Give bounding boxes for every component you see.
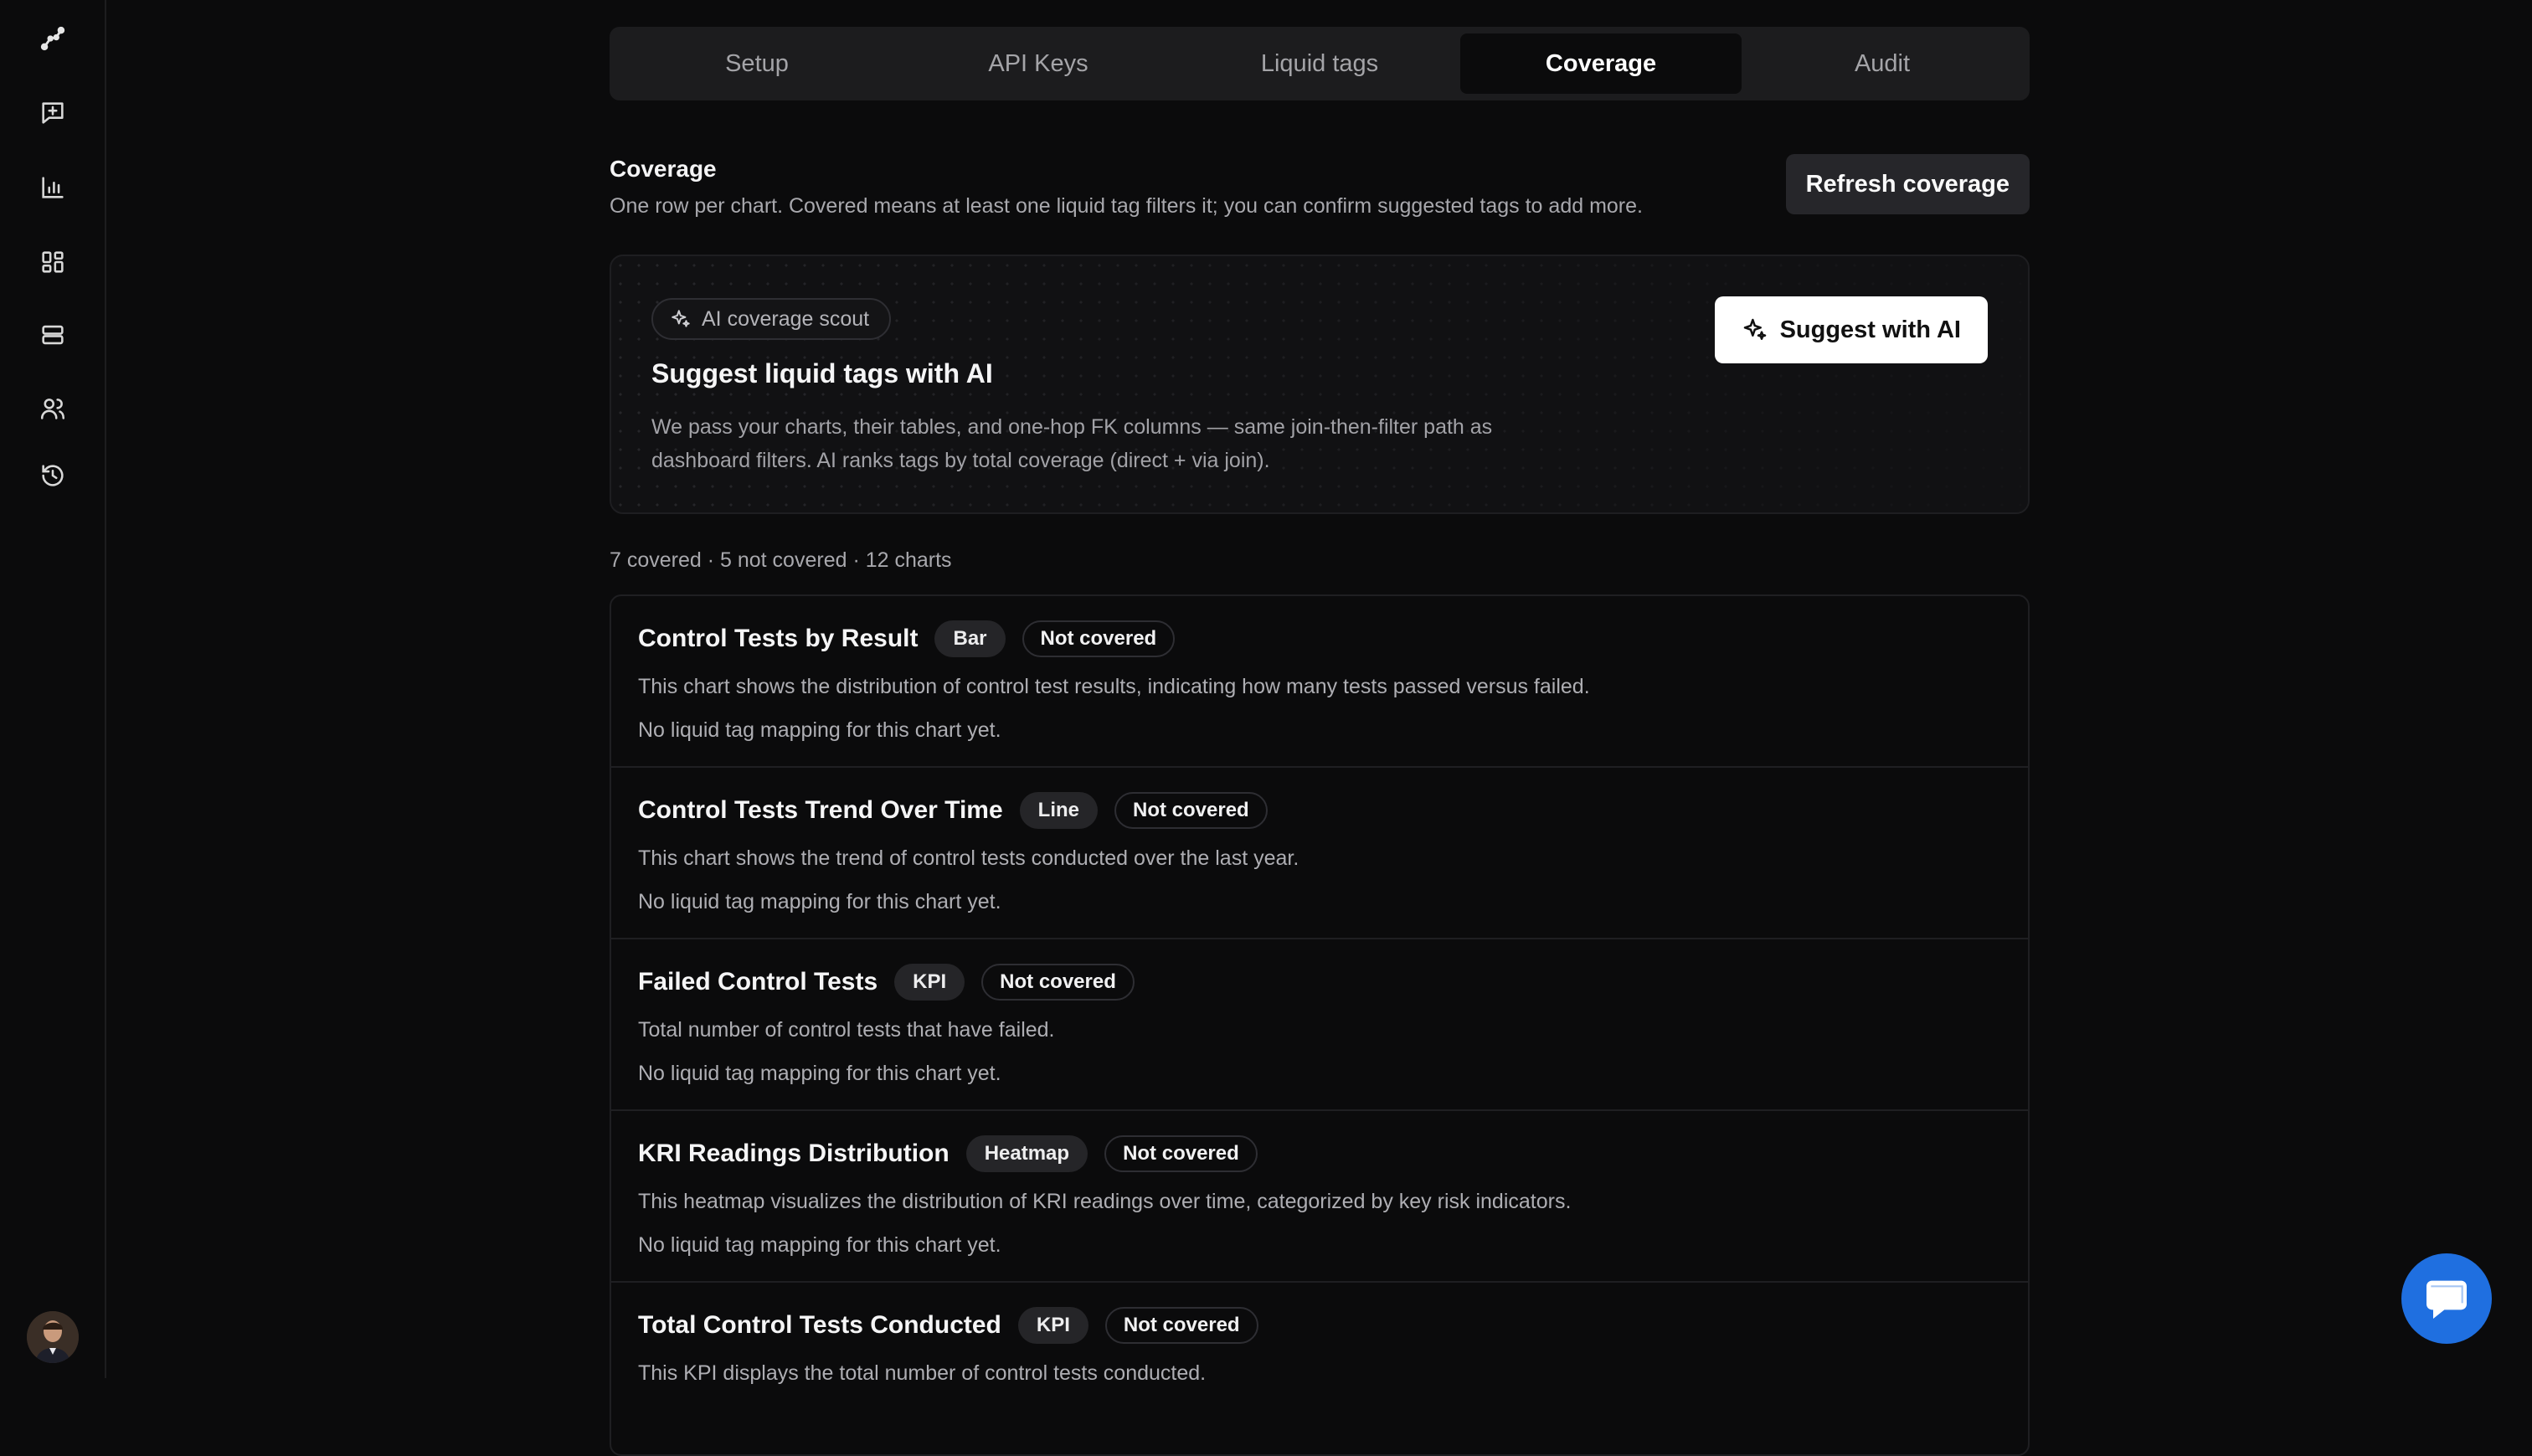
chart-type-badge: KPI [894,964,965,1001]
ai-card-description: We pass your charts, their tables, and o… [651,415,1493,472]
ai-pill-label: AI coverage scout [702,306,870,331]
chart-title: Failed Control Tests [638,968,878,996]
history-icon[interactable] [33,456,72,495]
dashboard-grid-icon[interactable] [33,243,72,281]
coverage-summary: 7 covered · 5 not covered · 12 charts [610,548,952,572]
logo-graph-icon[interactable] [33,19,72,58]
coverage-status-badge: Not covered [981,964,1135,1001]
tab-setup[interactable]: Setup [616,33,898,94]
ai-card-title: Suggest liquid tags with AI [651,358,993,388]
suggest-button-label: Suggest with AI [1779,316,1961,343]
sparkle-icon [672,310,690,327]
section-title: Coverage [610,156,717,182]
avatar[interactable] [27,1311,79,1363]
refresh-coverage-button[interactable]: Refresh coverage [1785,154,2030,214]
chart-type-badge: KPI [1017,1307,1088,1344]
tab-api-keys[interactable]: API Keys [898,33,1179,94]
section-description: One row per chart. Covered means at leas… [610,194,1643,218]
chart-description: Total number of control tests that have … [638,1018,1055,1042]
tab-coverage[interactable]: Coverage [1460,33,1742,94]
chart-row[interactable]: Control Tests by Result Bar Not covered … [611,596,2028,768]
tab-bar: Setup API Keys Liquid tags Coverage Audi… [610,27,2030,100]
sidebar [0,0,106,1378]
chart-coverage-list: Control Tests by Result Bar Not covered … [610,594,2030,1456]
users-icon[interactable] [33,389,72,428]
chart-row[interactable]: KRI Readings Distribution Heatmap Not co… [611,1111,2028,1283]
chart-description: This heatmap visualizes the distribution… [638,1190,1572,1213]
chart-description: This chart shows the trend of control te… [638,846,1299,870]
chart-row[interactable]: Total Control Tests Conducted KPI Not co… [611,1283,2028,1454]
chat-bubble-icon [2426,1280,2467,1319]
chat-launcher-button[interactable] [2401,1253,2492,1344]
chart-mapping-note: No liquid tag mapping for this chart yet… [638,1233,1001,1257]
chat-plus-icon[interactable] [33,94,72,132]
sparkle-icon [1743,318,1766,340]
chart-title: Control Tests by Result [638,625,919,652]
chart-mapping-note: No liquid tag mapping for this chart yet… [638,718,1001,742]
chart-type-badge: Bar [934,620,1006,657]
ai-suggest-card: AI coverage scout Suggest liquid tags wi… [610,255,2030,514]
chart-description: This KPI displays the total number of co… [638,1361,1207,1385]
coverage-status-badge: Not covered [1104,1135,1258,1172]
chart-title: Total Control Tests Conducted [638,1311,1001,1339]
chart-type-badge: Line [1019,792,1099,829]
chart-mapping-note: No liquid tag mapping for this chart yet… [638,1062,1001,1085]
coverage-status-badge: Not covered [1104,1307,1258,1344]
tab-audit[interactable]: Audit [1742,33,2023,94]
chart-title: KRI Readings Distribution [638,1140,950,1167]
tab-liquid-tags[interactable]: Liquid tags [1179,33,1460,94]
database-icon[interactable] [33,316,72,354]
bar-chart-icon[interactable] [33,168,72,207]
coverage-status-badge: Not covered [1022,620,1176,657]
ai-coverage-scout-pill: AI coverage scout [651,298,892,340]
chart-row[interactable]: Failed Control Tests KPI Not covered Tot… [611,939,2028,1111]
chart-row[interactable]: Control Tests Trend Over Time Line Not c… [611,768,2028,939]
chart-mapping-note: No liquid tag mapping for this chart yet… [638,890,1001,913]
chart-description: This chart shows the distribution of con… [638,675,1590,698]
chart-title: Control Tests Trend Over Time [638,796,1003,824]
coverage-status-badge: Not covered [1114,792,1268,829]
chart-type-badge: Heatmap [965,1135,1088,1172]
suggest-with-ai-button[interactable]: Suggest with AI [1714,296,1988,363]
